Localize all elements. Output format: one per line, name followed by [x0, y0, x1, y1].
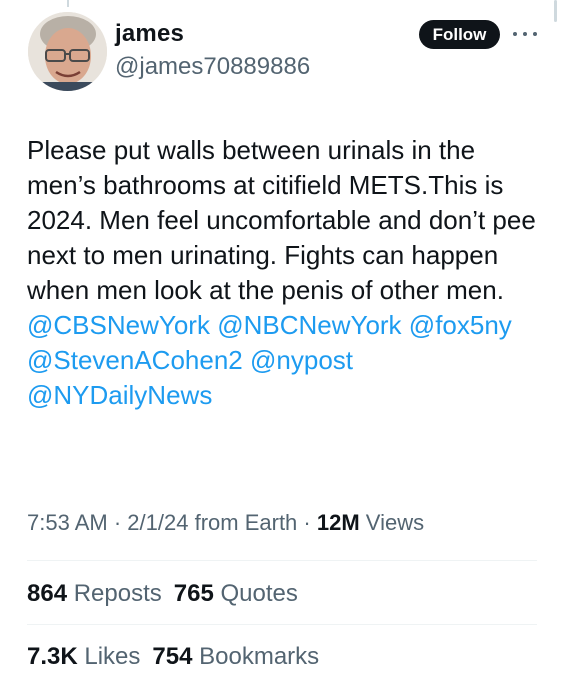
mention-link[interactable]: @NBCNewYork	[217, 310, 401, 340]
bookmarks-link[interactable]: 754 Bookmarks	[152, 643, 319, 670]
user-handle[interactable]: @james70889886	[115, 53, 310, 81]
meta-separator: ·	[113, 510, 122, 535]
tweet-meta: 7:53 AM · 2/1/24 from Earth · 12M Views	[27, 510, 424, 536]
mention-link[interactable]: @nypost	[250, 345, 353, 375]
scrollbar[interactable]	[554, 0, 557, 22]
display-name[interactable]: james	[115, 20, 184, 48]
tweet-body: Please put walls between urinals in the …	[27, 135, 536, 305]
likes-count: 7.3K	[27, 643, 78, 670]
likes-link[interactable]: 7.3K Likes	[27, 643, 140, 670]
views-label: Views	[365, 510, 425, 535]
avatar[interactable]	[28, 12, 107, 91]
divider	[27, 624, 537, 625]
divider	[27, 560, 537, 561]
reposts-link[interactable]: 864 Reposts	[27, 580, 162, 607]
engagement-stats-row: 864 Reposts 765 Quotes	[27, 580, 298, 608]
mention-link[interactable]: @StevenACohen2	[27, 345, 243, 375]
bookmarks-label: Bookmarks	[199, 643, 320, 670]
meta-separator: ·	[303, 510, 311, 535]
tweet-text: Please put walls between urinals in the …	[27, 133, 537, 413]
reposts-label: Reposts	[73, 580, 162, 607]
avatar-photo	[28, 12, 107, 91]
tweet-time[interactable]: 7:53 AM	[27, 510, 108, 535]
follow-button[interactable]: Follow	[419, 20, 500, 49]
mention-link[interactable]: @fox5ny	[409, 310, 512, 340]
bookmarks-count: 754	[152, 643, 193, 670]
likes-label: Likes	[84, 643, 141, 670]
quotes-link[interactable]: 765 Quotes	[174, 580, 298, 607]
views-count: 12M	[316, 510, 360, 535]
more-options-icon[interactable]	[513, 27, 537, 41]
tweet-date[interactable]: 2/1/24	[127, 510, 188, 535]
tweet-source: from Earth	[194, 510, 298, 535]
mention-link[interactable]: @CBSNewYork	[27, 310, 210, 340]
scroll-indicator	[67, 0, 69, 7]
reposts-count: 864	[27, 580, 68, 607]
mention-link[interactable]: @NYDailyNews	[27, 380, 212, 410]
engagement-stats-row: 7.3K Likes 754 Bookmarks	[27, 643, 319, 671]
quotes-count: 765	[173, 580, 214, 607]
quotes-label: Quotes	[220, 580, 298, 607]
